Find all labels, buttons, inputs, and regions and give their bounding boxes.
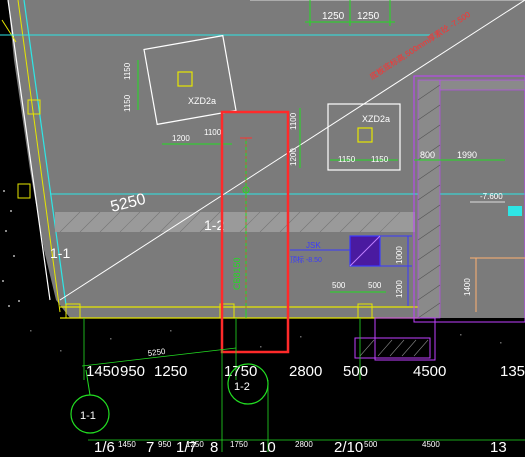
- axis-spacing-6: 500: [343, 363, 368, 380]
- pile-left-dim-h1: 1200: [172, 134, 190, 143]
- bottom-axis-13: 4500: [422, 440, 440, 449]
- level-label: -7.600: [480, 192, 503, 201]
- cad-viewport[interactable]: 1250 1250 底板底标高,500mm厚素砼 -7.500 XZD2a 11…: [0, 0, 525, 456]
- bottom-axis-3: 7: [146, 439, 154, 452]
- pile-right-dim-v2: 1200: [289, 148, 298, 166]
- sump-dim-h1: 1000: [395, 246, 404, 264]
- axis-spacing-8: 135: [500, 363, 525, 380]
- pile-left-dim-v2: 1150: [123, 94, 132, 112]
- bottom-axis-1: 1/6: [94, 439, 115, 452]
- axis-bubble-2-label: 1-2: [234, 381, 250, 393]
- cad-drawing-canvas[interactable]: 1250 1250 底板底标高,500mm厚素砼 -7.500 XZD2a 11…: [0, 0, 525, 456]
- bottom-axis-6: 1250: [186, 440, 204, 449]
- sump-dim-w2: 500: [368, 281, 382, 290]
- pile-left-dim-h2: 1100: [204, 128, 222, 137]
- bottom-axis-10: 2800: [295, 440, 313, 449]
- orange-dim-label: 1400: [463, 278, 472, 296]
- pile-right-dim-h1: 1150: [338, 155, 356, 164]
- section-tag-left: 1-1: [50, 245, 70, 261]
- axis-spacing-2: 950: [120, 363, 145, 380]
- axis-bubble-1-label: 1-1: [80, 410, 96, 422]
- bottom-axis-14: 13: [490, 439, 507, 452]
- beam-label: CB8150: [232, 257, 242, 290]
- sump-dim-h2: 1200: [395, 280, 404, 298]
- sump-dim-w1: 500: [332, 281, 346, 290]
- jsk-level: 顶标 -8.50: [290, 255, 322, 264]
- lower-band: [0, 318, 525, 452]
- right-dim-a: 800: [420, 150, 435, 160]
- top-dim-a: 1250: [322, 11, 345, 22]
- hatched-strip: [55, 212, 415, 232]
- axis-spacing-5: 2800: [289, 363, 322, 380]
- bottom-axis-7: 8: [210, 439, 218, 452]
- plan-area: [0, 0, 525, 322]
- bottom-axis-4: 950: [158, 440, 172, 449]
- pile-right-label: XZD2a: [362, 114, 390, 124]
- top-dim-b: 1250: [357, 11, 380, 22]
- bottom-axis-11: 2/10: [334, 439, 363, 452]
- axis-spacing-7: 4500: [413, 363, 446, 380]
- pile-left-label: XZD2a: [188, 96, 216, 106]
- bottom-axis-2: 1450: [118, 440, 136, 449]
- right-dim-b: 1990: [457, 150, 477, 160]
- bottom-axis-9: 10: [259, 439, 276, 452]
- pile-right-dim-h2: 1150: [371, 155, 389, 164]
- teal-marker[interactable]: [508, 206, 522, 216]
- axis-spacing-3: 1250: [154, 363, 187, 380]
- bottom-axis-12: 500: [364, 440, 378, 449]
- jsk-label: JSK: [306, 241, 321, 250]
- bottom-axis-8: 1750: [230, 440, 248, 449]
- pile-right-dim-v1: 1100: [289, 112, 298, 130]
- pile-left-dim-v1: 1150: [123, 62, 132, 80]
- axis-spacing-1: 1450: [86, 363, 119, 380]
